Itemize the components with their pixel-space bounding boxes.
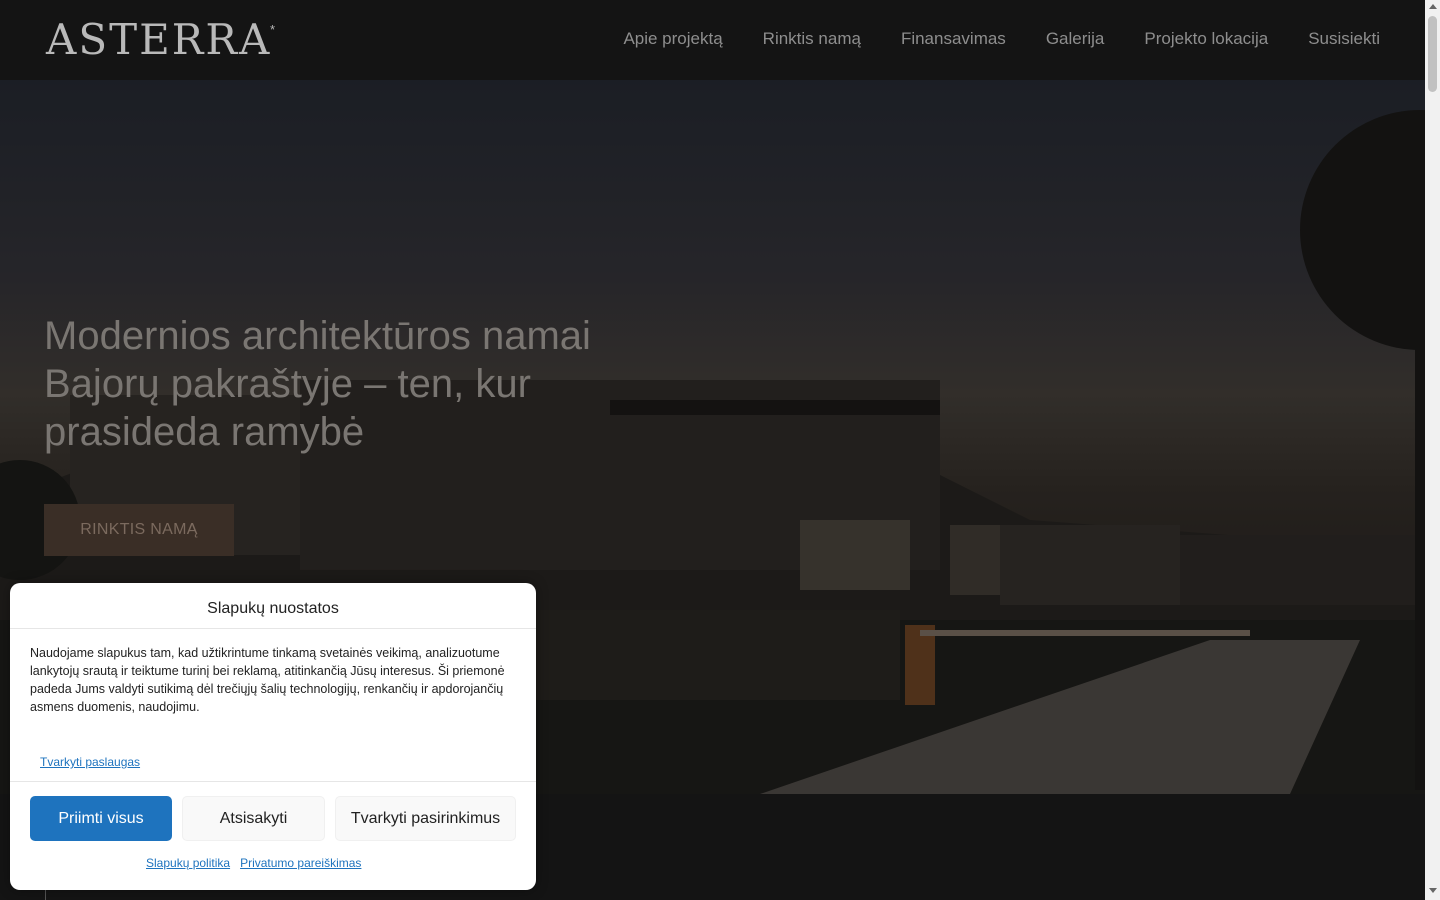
cookie-description: Naudojame slapukus tam, kad užtikrintume…: [30, 646, 505, 714]
cookie-dialog-title: Slapukų nuostatos: [207, 600, 339, 617]
cookie-policy-link[interactable]: Slapukų politika: [146, 856, 230, 870]
choose-house-button[interactable]: RINKTIS NAMĄ: [44, 504, 234, 556]
privacy-statement-link[interactable]: Privatumo pareiškimas: [240, 856, 361, 870]
nav-item-rinktis-nama[interactable]: Rinktis namą: [763, 29, 861, 49]
scroll-down-icon[interactable]: [1429, 888, 1437, 893]
scroll-up-icon[interactable]: [1429, 4, 1437, 9]
cookie-footer-links: Slapukų politika Privatumo pareiškimas: [146, 856, 361, 870]
cookie-divider: [10, 781, 536, 782]
manage-services-link[interactable]: Tvarkyti paslaugas: [40, 755, 140, 769]
logo-star-icon: *: [270, 22, 276, 37]
cookie-divider: [10, 628, 536, 629]
nav-item-projekto-lokacija[interactable]: Projekto lokacija: [1144, 29, 1268, 49]
nav-item-galerija[interactable]: Galerija: [1046, 29, 1105, 49]
nav-item-apie-projekta[interactable]: Apie projektą: [623, 29, 722, 49]
cookie-consent-dialog: Slapukų nuostatos Naudojame slapukus tam…: [10, 583, 536, 890]
nav-item-finansavimas[interactable]: Finansavimas: [901, 29, 1006, 49]
main-navigation: Apie projektą Rinktis namą Finansavimas …: [623, 29, 1380, 49]
asterra-logo[interactable]: ASTERRA: [46, 18, 271, 62]
page: ASTERRA * Apie projektą Rinktis namą Fin…: [0, 0, 1440, 900]
page-scrollbar[interactable]: [1425, 0, 1440, 900]
accept-all-button[interactable]: Priimti visus: [30, 796, 172, 841]
site-header: ASTERRA * Apie projektą Rinktis namą Fin…: [0, 0, 1425, 80]
nav-item-susisiekti[interactable]: Susisiekti: [1308, 29, 1380, 49]
hero-title: Modernios architektūros namai Bajorų pak…: [44, 314, 591, 454]
deny-button[interactable]: Atsisakyti: [182, 796, 325, 841]
scroll-thumb[interactable]: [1428, 16, 1437, 92]
manage-preferences-button[interactable]: Tvarkyti pasirinkimus: [335, 796, 516, 841]
